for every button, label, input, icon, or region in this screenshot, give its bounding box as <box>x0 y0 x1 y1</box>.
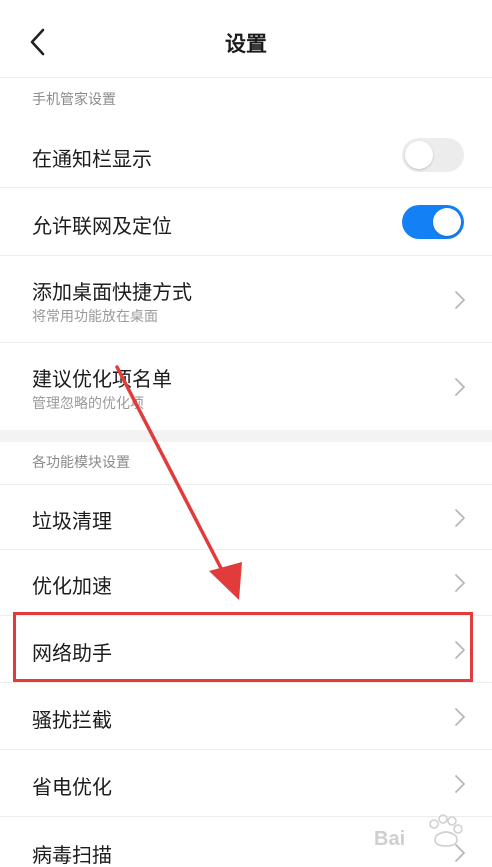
chevron-right-icon <box>455 641 465 659</box>
row-suggested-optimization-list[interactable]: 建议优化项名单 管理忽略的优化项 <box>0 343 492 430</box>
row-title: 省电优化 <box>32 775 112 799</box>
toggle-knob <box>405 141 433 169</box>
page-title: 设置 <box>225 32 267 56</box>
row-title: 添加桌面快捷方式 <box>32 280 192 304</box>
chevron-right-icon <box>455 775 465 793</box>
row-subtitle: 管理忽略的优化项 <box>32 396 144 412</box>
notification-toggle[interactable] <box>402 138 464 172</box>
row-show-in-notification[interactable]: 在通知栏显示 <box>0 121 492 188</box>
chevron-right-icon <box>455 378 465 396</box>
watermark-text: Bai <box>374 828 406 850</box>
row-title: 病毒扫描 <box>32 843 112 867</box>
chevron-right-icon <box>455 574 465 592</box>
network-location-toggle[interactable] <box>402 205 464 239</box>
row-network-assistant[interactable]: 网络助手 <box>0 616 492 683</box>
chevron-right-icon <box>455 708 465 726</box>
row-add-desktop-shortcut[interactable]: 添加桌面快捷方式 将常用功能放在桌面 <box>0 256 492 343</box>
row-title: 网络助手 <box>32 641 112 665</box>
top-bar: 设置 <box>0 0 492 78</box>
baidu-watermark: Bai <box>370 806 482 862</box>
row-title: 在通知栏显示 <box>32 147 152 171</box>
row-optimize-speed[interactable]: 优化加速 <box>0 550 492 616</box>
row-title: 骚扰拦截 <box>32 708 112 732</box>
chevron-right-icon <box>455 291 465 309</box>
row-allow-network-location[interactable]: 允许联网及定位 <box>0 188 492 256</box>
row-title: 优化加速 <box>32 574 112 598</box>
row-subtitle: 将常用功能放在桌面 <box>32 309 158 325</box>
toggle-knob <box>433 208 461 236</box>
row-title: 垃圾清理 <box>32 509 112 533</box>
row-junk-cleanup[interactable]: 垃圾清理 <box>0 484 492 550</box>
chevron-right-icon <box>455 509 465 527</box>
row-title: 建议优化项名单 <box>32 367 172 391</box>
row-harassment-blocking[interactable]: 骚扰拦截 <box>0 683 492 750</box>
section-header-phone-manager: 手机管家设置 <box>32 92 116 108</box>
section-header-modules: 各功能模块设置 <box>32 455 130 471</box>
section-divider <box>0 430 492 442</box>
row-title: 允许联网及定位 <box>32 214 172 238</box>
